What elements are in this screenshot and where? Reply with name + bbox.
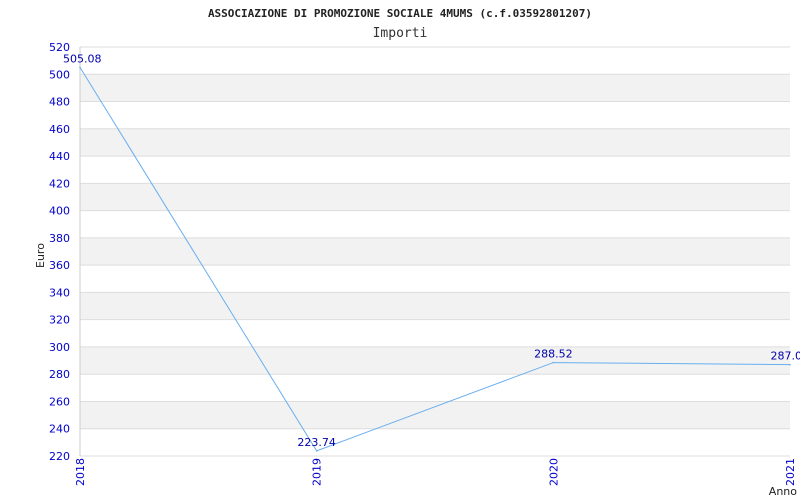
y-tick-label: 320 [49,314,70,327]
y-tick-label: 420 [49,177,70,190]
data-label: 505.08 [63,52,102,65]
grid-band [80,74,790,102]
y-tick-label: 400 [49,205,70,218]
data-point [79,66,81,69]
data-point [552,361,555,364]
x-tick-label: 2020 [547,458,560,486]
x-tick-label: 2018 [74,458,87,486]
data-point [315,450,318,452]
y-tick-label: 340 [49,286,70,299]
y-tick-label: 380 [49,232,70,245]
x-tick-label: 2019 [311,458,324,486]
x-tick-label: 2021 [784,458,797,486]
y-tick-label: 460 [49,123,70,136]
y-axis-label: Euro [34,243,47,268]
data-label: 288.52 [534,348,573,361]
y-tick-label: 440 [49,150,70,163]
y-tick-label: 220 [49,450,70,463]
y-axis-ticks: 220 240 260 280 300 320 340 360 380 400 420 440 460 4… [49,41,70,463]
y-tick-label: 360 [49,259,70,272]
grid-band [80,128,790,157]
chart-title: ASSOCIAZIONE DI PROMOZIONE SOCIALE 4MUMS… [208,7,592,20]
grid-bands [80,74,790,429]
y-tick-label: 300 [49,341,70,354]
y-tick-label: 500 [49,68,70,81]
chart-subtitle: Importi [373,26,428,41]
data-label: 223.74 [297,436,336,449]
y-tick-label: 480 [49,96,70,109]
grid-band [80,183,790,211]
grid-band [80,292,790,320]
grid-band [80,401,790,429]
y-tick-label: 260 [49,395,70,408]
x-axis-label: Anno [769,485,797,498]
x-axis-ticks: 2018 2019 2020 2021 [74,458,797,486]
data-point [789,363,791,366]
data-label: 287.0 [771,350,800,363]
y-tick-label: 280 [49,368,70,381]
grid-band [80,346,790,375]
y-tick-label: 240 [49,423,70,436]
grid-band [80,237,790,266]
line-chart: ASSOCIAZIONE DI PROMOZIONE SOCIALE 4MUMS… [34,7,800,498]
